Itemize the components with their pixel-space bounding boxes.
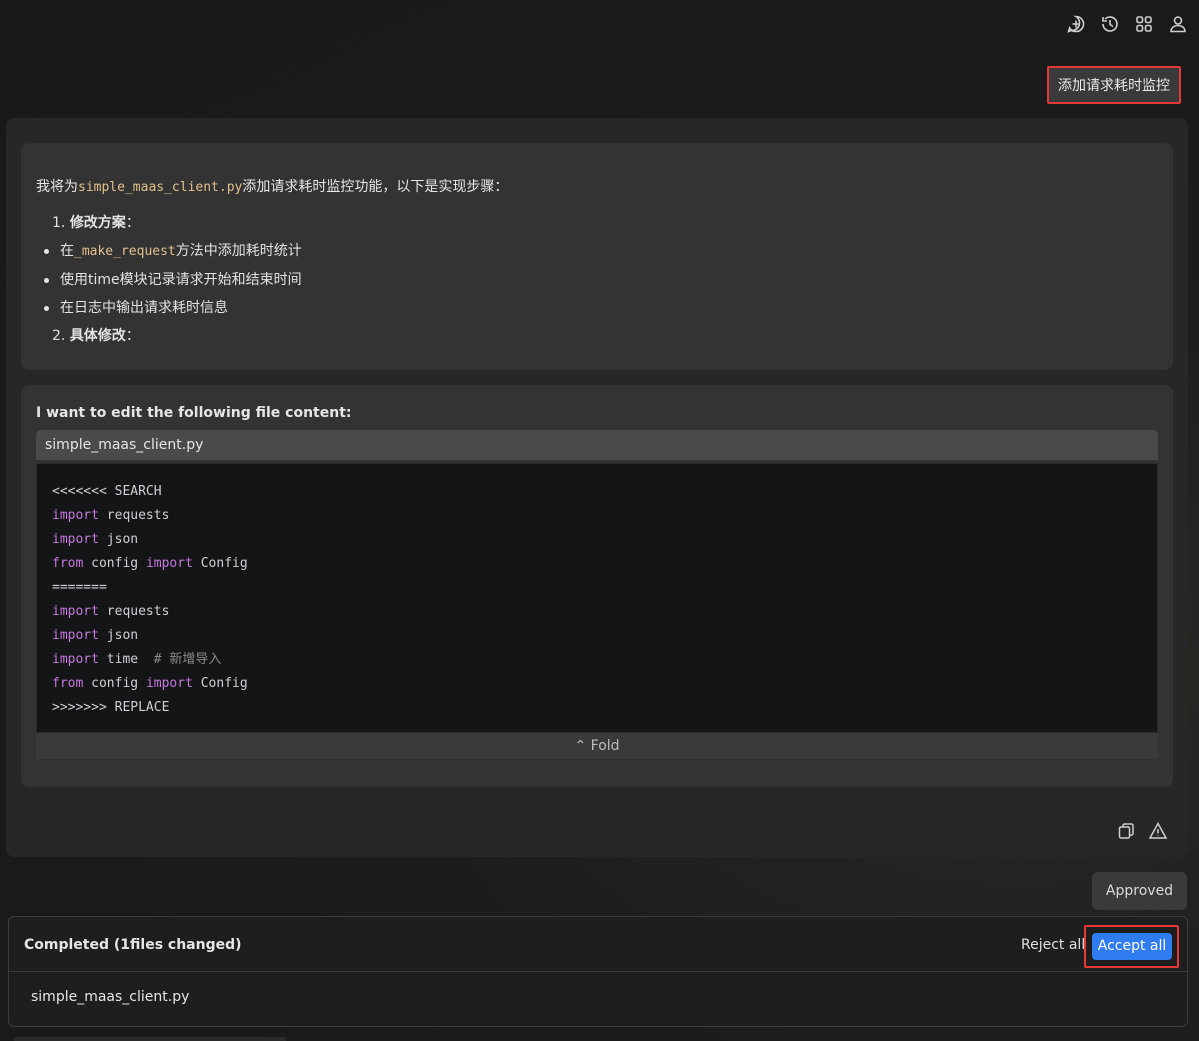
step-2-number: 2. xyxy=(52,328,66,344)
bullet-3-text: 在日志中输出请求耗时信息 xyxy=(60,300,228,316)
step-1: 1. 修改方案： xyxy=(52,213,1158,233)
reject-all-button[interactable]: Reject all xyxy=(1021,937,1085,953)
step-1-label: 修改方案 xyxy=(69,215,126,231)
completed-title: Completed (1files changed) xyxy=(24,937,242,953)
code-line: ======= xyxy=(52,580,107,595)
fold-label: Fold xyxy=(590,738,620,754)
bullet-3: 在日志中输出请求耗时信息 xyxy=(36,298,1158,318)
step-2: 2. 具体修改： xyxy=(52,326,1158,346)
code-line: import requests xyxy=(52,508,170,523)
code-line: import json xyxy=(52,628,139,643)
changed-file-item[interactable]: simple_maas_client.py xyxy=(31,989,189,1005)
step-1-number: 1. xyxy=(52,215,66,231)
bullet-1-code: _make_request xyxy=(74,244,176,259)
step-2-label: 具体修改 xyxy=(69,328,126,344)
code-line: >>>>>>> REPLACE xyxy=(52,700,170,715)
warning-icon[interactable] xyxy=(1148,821,1168,841)
code-line: <<<<<<< SEARCH xyxy=(52,484,162,499)
plan-section: 我将为simple_maas_client.py添加请求耗时监控功能，以下是实现… xyxy=(21,143,1173,370)
user-icon[interactable] xyxy=(1167,12,1189,36)
code-line: import requests xyxy=(52,604,170,619)
step-1-colon: ： xyxy=(125,215,140,231)
code-line: from config import Config xyxy=(52,676,248,691)
app-root: 添加请求耗时监控 我将为simple_maas_client.py添加请求耗时监… xyxy=(0,0,1199,1041)
card-actions xyxy=(1116,821,1168,841)
accept-all-button[interactable]: Accept all xyxy=(1092,933,1172,960)
code-block: <<<<<<< SEARCH import requests import js… xyxy=(36,463,1158,733)
intro-filename: simple_maas_client.py xyxy=(78,180,243,195)
completed-panel: Completed (1files changed) Reject all Ac… xyxy=(8,916,1188,1027)
top-toolbar xyxy=(1065,12,1189,36)
accept-all-highlight: Accept all xyxy=(1084,925,1179,968)
copy-icon[interactable] xyxy=(1116,821,1136,841)
intro-prefix: 我将为 xyxy=(36,179,78,195)
bullet-2: 使用time模块记录请求开始和结束时间 xyxy=(36,270,1158,290)
chevron-up-icon: ⌃ xyxy=(574,738,587,754)
plan-intro: 我将为simple_maas_client.py添加请求耗时监控功能，以下是实现… xyxy=(36,177,1158,198)
new-chat-icon[interactable] xyxy=(1065,12,1087,36)
code-line: import json xyxy=(52,532,139,547)
completed-header: Completed (1files changed) Reject all Ac… xyxy=(9,917,1187,972)
history-icon[interactable] xyxy=(1099,12,1121,36)
edit-filename-tab[interactable]: simple_maas_client.py xyxy=(36,430,1158,460)
bullet-1-suffix: 方法中添加耗时统计 xyxy=(175,243,302,259)
approved-badge: Approved xyxy=(1092,872,1187,910)
code-line: from config import Config xyxy=(52,556,248,571)
code-line: import time # 新增导入 xyxy=(52,652,222,667)
step-2-colon: ： xyxy=(125,328,140,344)
bullet-2-text: 使用time模块记录请求开始和结束时间 xyxy=(60,272,302,288)
edit-title: I want to edit the following file conten… xyxy=(36,405,352,421)
fold-button[interactable]: ⌃ Fold xyxy=(36,733,1158,759)
bullet-1: 在_make_request方法中添加耗时统计 xyxy=(36,241,1158,262)
user-message: 添加请求耗时监控 xyxy=(1047,66,1181,104)
intro-suffix: 添加请求耗时监控功能，以下是实现步骤： xyxy=(242,179,509,195)
assistant-response-card: 我将为simple_maas_client.py添加请求耗时监控功能，以下是实现… xyxy=(6,118,1188,857)
edit-section: I want to edit the following file conten… xyxy=(21,385,1173,787)
input-area-edge xyxy=(14,1037,286,1041)
bullet-1-prefix: 在 xyxy=(60,243,74,259)
apps-icon[interactable] xyxy=(1133,12,1155,36)
